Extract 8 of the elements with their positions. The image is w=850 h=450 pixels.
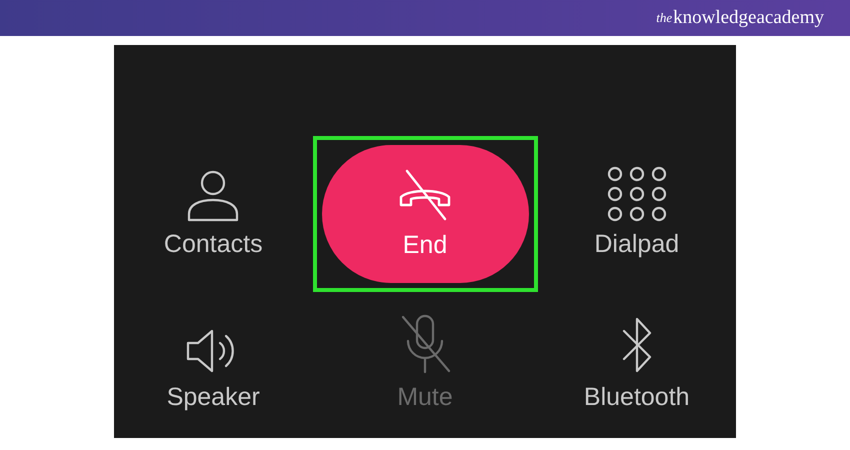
end-call-button[interactable]: End xyxy=(322,145,528,283)
brand-prefix: the xyxy=(656,10,672,26)
bluetooth-button[interactable]: Bluetooth xyxy=(584,315,690,412)
brand-logo: knowledgeacademy xyxy=(673,7,824,29)
speaker-button[interactable]: Speaker xyxy=(166,327,260,412)
dialpad-button[interactable]: Dialpad xyxy=(594,166,680,259)
contacts-button[interactable]: Contacts xyxy=(164,166,263,259)
dialpad-icon xyxy=(606,166,668,222)
